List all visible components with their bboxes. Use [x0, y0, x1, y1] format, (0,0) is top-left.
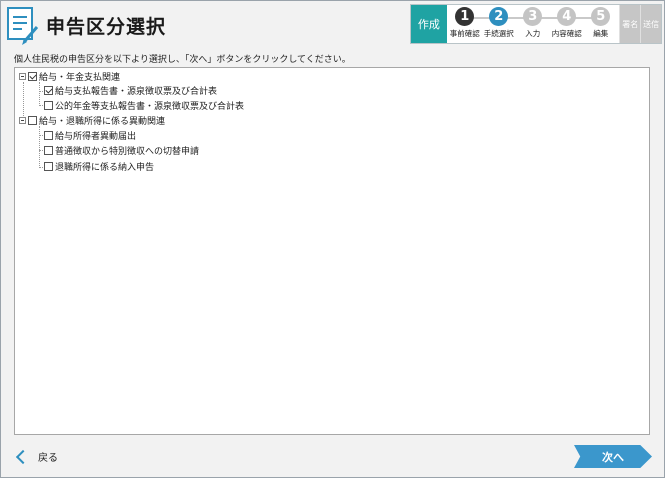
- collapse-toggle-icon[interactable]: [19, 73, 26, 80]
- tree-item-label[interactable]: 給与所得者異動届出: [55, 129, 136, 142]
- step-3-label: 入力: [525, 29, 541, 38]
- next-button-label: 次へ: [602, 450, 624, 464]
- step-current-phase: 作成: [411, 5, 447, 43]
- tree-item-retirement-payment: 退職所得に係る納入申告: [44, 160, 154, 173]
- tree-item-label[interactable]: 公的年金等支払報告書・源泉徴収票及び合計表: [55, 99, 244, 112]
- tree-item-label[interactable]: 退職所得に係る納入申告: [55, 160, 154, 173]
- step-5: 5 編集: [583, 7, 619, 39]
- checkbox[interactable]: [44, 162, 53, 171]
- collapse-toggle-icon[interactable]: [19, 117, 26, 124]
- chevron-left-icon: [15, 449, 31, 464]
- step-5-label: 編集: [593, 29, 609, 38]
- step-2-label: 手続選択: [483, 29, 514, 38]
- checkbox[interactable]: [44, 146, 53, 155]
- step-4: 4 内容確認: [549, 7, 585, 39]
- step-3: 3 入力: [515, 7, 551, 39]
- tree-group-salary-pension: 給与・年金支払関連: [19, 70, 120, 83]
- step-3-number: 3: [523, 7, 543, 26]
- tree-group-label[interactable]: 給与・退職所得に係る異動関連: [39, 114, 165, 127]
- document-pen-icon: [7, 7, 39, 45]
- checkbox[interactable]: [44, 131, 53, 140]
- tree-item-label[interactable]: 普通徴収から特別徴収への切替申請: [55, 144, 199, 157]
- tree-group-transfer: 給与・退職所得に係る異動関連: [19, 114, 165, 127]
- step-1-label: 事前確認: [449, 29, 480, 38]
- tree-item-employee-transfer: 給与所得者異動届出: [44, 129, 136, 142]
- step-send: 送信: [640, 5, 662, 43]
- checkbox[interactable]: [28, 72, 37, 81]
- step-4-label: 内容確認: [551, 29, 582, 38]
- checkbox[interactable]: [44, 101, 53, 110]
- tree-item-pension-report: 公的年金等支払報告書・源泉徴収票及び合計表: [44, 99, 244, 112]
- step-1: 1 事前確認: [447, 7, 483, 39]
- step-sign: 署名: [619, 5, 641, 43]
- step-2-number: 2: [489, 7, 509, 26]
- step-2: 2 手続選択: [481, 7, 517, 39]
- tree-item-label[interactable]: 給与支払報告書・源泉徴収票及び合計表: [55, 84, 217, 97]
- tree-line: [39, 82, 40, 106]
- step-progress-bar: 作成 1 事前確認 2 手続選択 3 入力 4 内容確認 5 編集 署名 送信: [410, 4, 662, 44]
- category-tree: 給与・年金支払関連 給与支払報告書・源泉徴収票及び合計表 公的年金等支払報告書・…: [14, 67, 650, 435]
- back-button[interactable]: 戻る: [14, 449, 58, 464]
- tree-group-label[interactable]: 給与・年金支払関連: [39, 70, 120, 83]
- tree-item-collection-switch: 普通徴収から特別徴収への切替申請: [44, 144, 199, 157]
- instruction-text: 個人住民税の申告区分を以下より選択し、「次へ」ボタンをクリックしてください。: [14, 55, 351, 65]
- back-button-label: 戻る: [38, 453, 58, 464]
- checkbox[interactable]: [44, 86, 53, 95]
- next-button[interactable]: 次へ: [574, 445, 652, 468]
- step-1-number: 1: [455, 7, 475, 26]
- steps-track: 1 事前確認 2 手続選択 3 入力 4 内容確認 5 編集: [446, 5, 620, 43]
- checkbox[interactable]: [28, 116, 37, 125]
- step-4-number: 4: [557, 7, 577, 26]
- step-5-number: 5: [591, 7, 611, 26]
- tree-item-salary-report: 給与支払報告書・源泉徴収票及び合計表: [44, 84, 217, 97]
- page-title: 申告区分選択: [46, 16, 167, 38]
- tree-line: [39, 126, 40, 168]
